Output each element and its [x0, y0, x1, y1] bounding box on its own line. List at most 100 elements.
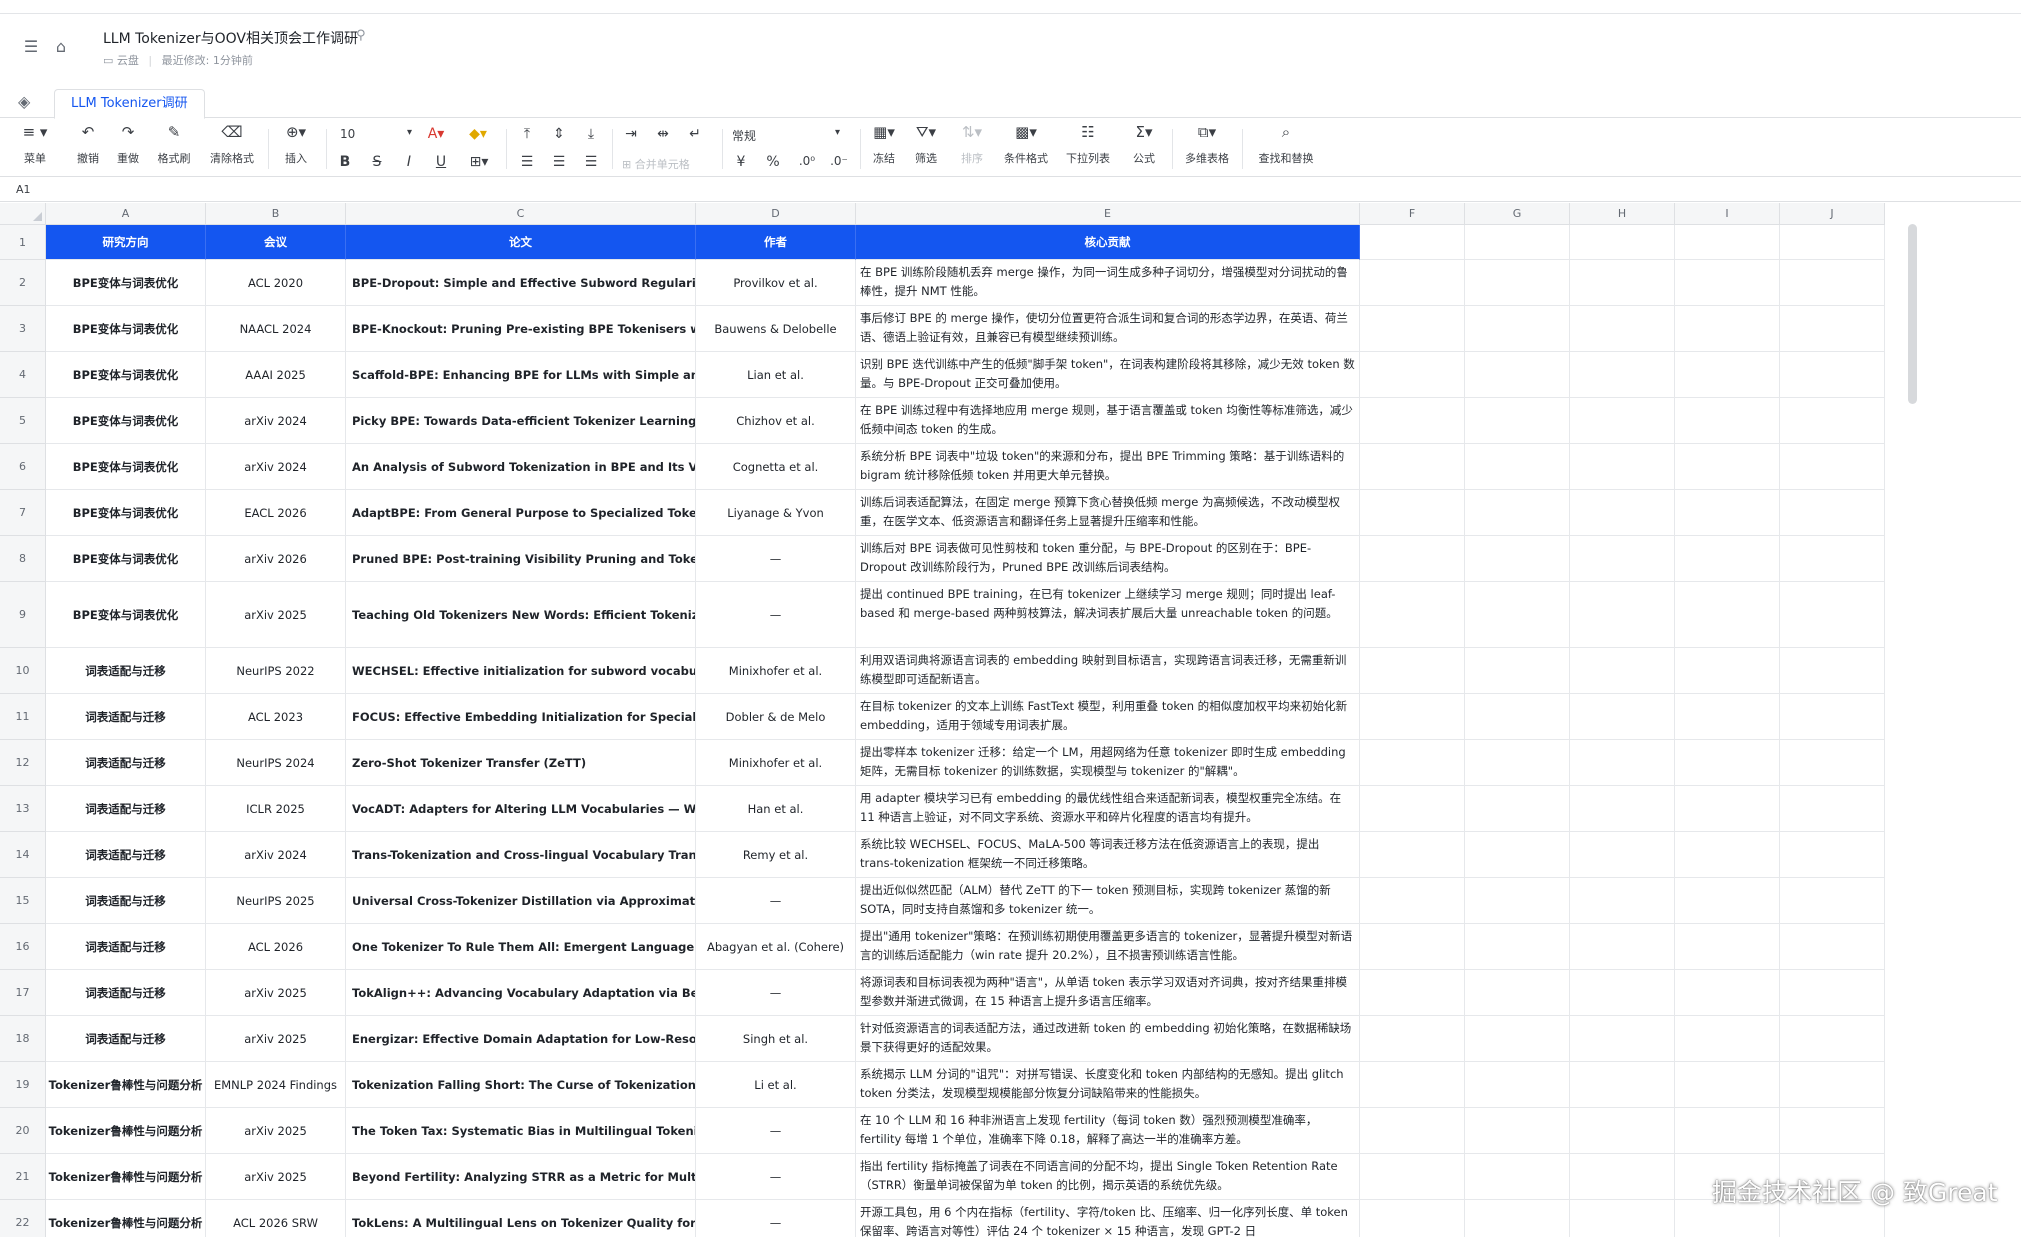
vertical-scrollbar[interactable] [1908, 224, 1917, 404]
row-header[interactable]: 21 [0, 1154, 46, 1200]
italic-icon[interactable]: I [400, 154, 418, 170]
table-cell[interactable] [1360, 1062, 1465, 1108]
column-header[interactable]: G [1465, 203, 1570, 225]
outline-toggle-icon[interactable]: ☰ [20, 36, 42, 58]
format-painter-button[interactable]: ✎ 格式刷 [152, 119, 196, 177]
table-cell[interactable] [1675, 694, 1780, 740]
table-cell[interactable] [1780, 1062, 1885, 1108]
table-cell[interactable] [1570, 1016, 1675, 1062]
row-header[interactable]: 15 [0, 878, 46, 924]
contribution-cell[interactable]: 训练后对 BPE 词表做可见性剪枝和 token 重分配，与 BPE-Dropo… [856, 536, 1360, 582]
venue-cell[interactable]: EACL 2026 [206, 490, 346, 536]
venue-cell[interactable]: arXiv 2025 [206, 582, 346, 648]
table-cell[interactable] [1360, 970, 1465, 1016]
table-cell[interactable] [1465, 832, 1570, 878]
table-cell[interactable] [1780, 225, 1885, 260]
row-header[interactable]: 18 [0, 1016, 46, 1062]
table-cell[interactable] [1570, 1108, 1675, 1154]
contribution-cell[interactable]: 在 BPE 训练阶段随机丢弃 merge 操作，为同一词生成多种子词切分，增强模… [856, 260, 1360, 306]
row-header[interactable]: 14 [0, 832, 46, 878]
row-header[interactable]: 12 [0, 740, 46, 786]
table-cell[interactable] [1570, 260, 1675, 306]
venue-cell[interactable]: ACL 2020 [206, 260, 346, 306]
table-cell[interactable] [1780, 1108, 1885, 1154]
author-cell[interactable]: — [696, 970, 856, 1016]
table-cell[interactable] [1675, 536, 1780, 582]
table-cell[interactable] [1465, 306, 1570, 352]
contribution-cell[interactable]: 利用双语词典将源语言词表的 embedding 映射到目标语言，实现跨语言词表迁… [856, 648, 1360, 694]
table-cell[interactable] [1360, 1200, 1465, 1237]
table-cell[interactable] [1465, 1200, 1570, 1237]
align-middle-icon[interactable]: ⇕ [550, 126, 568, 142]
row-header[interactable]: 13 [0, 786, 46, 832]
table-cell[interactable] [1360, 490, 1465, 536]
row-header[interactable]: 9 [0, 582, 46, 648]
table-cell[interactable] [1360, 398, 1465, 444]
venue-cell[interactable]: arXiv 2024 [206, 832, 346, 878]
research-direction-cell[interactable]: 词表适配与迁移 [46, 694, 206, 740]
venue-cell[interactable]: arXiv 2024 [206, 398, 346, 444]
paper-title-cell[interactable]: Pruned BPE: Post-training Visibility Pru… [346, 536, 696, 582]
row-header[interactable]: 8 [0, 536, 46, 582]
row-header[interactable]: 11 [0, 694, 46, 740]
underline-icon[interactable]: U [432, 154, 450, 170]
venue-cell[interactable]: arXiv 2025 [206, 1016, 346, 1062]
redo-button[interactable]: ↷ 重做 [110, 119, 146, 177]
header-cell[interactable]: 会议 [206, 225, 346, 260]
insert-button[interactable]: ⊕▾ 插入 [278, 119, 314, 177]
table-cell[interactable] [1465, 536, 1570, 582]
contribution-cell[interactable]: 提出近似似然匹配（ALM）替代 ZeTT 的下一 token 预测目标，实现跨 … [856, 878, 1360, 924]
author-cell[interactable]: Han et al. [696, 786, 856, 832]
paper-title-cell[interactable]: VocADT: Adapters for Altering LLM Vocabu… [346, 786, 696, 832]
find-replace-button[interactable]: ⌕ 查找和替换 [1250, 119, 1322, 177]
merge-cells-button[interactable]: ⊞ 合并单元格 [622, 156, 718, 172]
research-direction-cell[interactable]: 词表适配与迁移 [46, 786, 206, 832]
table-cell[interactable] [1570, 878, 1675, 924]
venue-cell[interactable]: ACL 2026 SRW [206, 1200, 346, 1237]
column-header[interactable]: D [696, 203, 856, 225]
undo-button[interactable]: ↶ 撤销 [70, 119, 106, 177]
venue-cell[interactable]: ICLR 2025 [206, 786, 346, 832]
author-cell[interactable]: Cognetta et al. [696, 444, 856, 490]
row-header[interactable]: 4 [0, 352, 46, 398]
research-direction-cell[interactable]: Tokenizer鲁棒性与问题分析 [46, 1154, 206, 1200]
contribution-cell[interactable]: 用 adapter 模块学习已有 embedding 的最优线性组合来适配新词表… [856, 786, 1360, 832]
author-cell[interactable]: Li et al. [696, 1062, 856, 1108]
research-direction-cell[interactable]: Tokenizer鲁棒性与问题分析 [46, 1108, 206, 1154]
table-cell[interactable] [1570, 832, 1675, 878]
contribution-cell[interactable]: 提出"通用 tokenizer"策略：在预训练初期使用覆盖更多语言的 token… [856, 924, 1360, 970]
percent-icon[interactable]: % [764, 154, 782, 170]
table-cell[interactable] [1360, 536, 1465, 582]
table-cell[interactable] [1570, 694, 1675, 740]
research-direction-cell[interactable]: 词表适配与迁移 [46, 1016, 206, 1062]
author-cell[interactable]: Minixhofer et al. [696, 648, 856, 694]
author-cell[interactable]: Abagyan et al. (Cohere) [696, 924, 856, 970]
table-cell[interactable] [1570, 352, 1675, 398]
contribution-cell[interactable]: 在 10 个 LLM 和 16 种非洲语言上发现 fertility（每词 to… [856, 1108, 1360, 1154]
sheet-tab[interactable]: LLM Tokenizer调研 [54, 89, 205, 119]
venue-cell[interactable]: arXiv 2024 [206, 444, 346, 490]
research-direction-cell[interactable]: BPE变体与词表优化 [46, 444, 206, 490]
table-cell[interactable] [1780, 832, 1885, 878]
author-cell[interactable]: Singh et al. [696, 1016, 856, 1062]
align-left-icon[interactable]: ☰ [518, 154, 536, 170]
table-cell[interactable] [1570, 1062, 1675, 1108]
menu-button[interactable]: ≡ ▾ 菜单 [12, 119, 58, 177]
table-cell[interactable] [1465, 352, 1570, 398]
column-header[interactable]: J [1780, 203, 1885, 225]
table-cell[interactable] [1675, 924, 1780, 970]
paper-title-cell[interactable]: Energizar: Effective Domain Adaptation f… [346, 1016, 696, 1062]
table-cell[interactable] [1570, 398, 1675, 444]
venue-cell[interactable]: ACL 2023 [206, 694, 346, 740]
table-cell[interactable] [1465, 444, 1570, 490]
table-cell[interactable] [1675, 740, 1780, 786]
venue-cell[interactable]: NeurIPS 2025 [206, 878, 346, 924]
table-cell[interactable] [1675, 1016, 1780, 1062]
research-direction-cell[interactable]: BPE变体与词表优化 [46, 306, 206, 352]
research-direction-cell[interactable]: BPE变体与词表优化 [46, 582, 206, 648]
author-cell[interactable]: — [696, 1154, 856, 1200]
author-cell[interactable]: Chizhov et al. [696, 398, 856, 444]
header-cell[interactable]: 核心贡献 [856, 225, 1360, 260]
table-cell[interactable] [1360, 694, 1465, 740]
table-cell[interactable] [1675, 260, 1780, 306]
